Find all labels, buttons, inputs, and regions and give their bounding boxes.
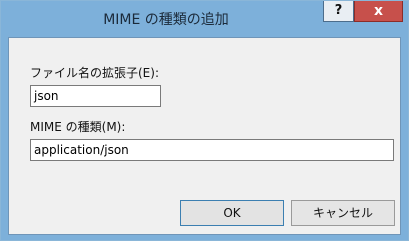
title-bar[interactable]: MIME の種類の追加 ? x [1, 1, 408, 37]
mime-type-input[interactable]: application/json [30, 139, 394, 161]
extension-label: ファイル名の拡張子(E): [30, 66, 159, 80]
mime-type-label: MIME の種類(M): [30, 120, 126, 134]
dialog-body: ファイル名の拡張子(E): json MIME の種類(M): applicat… [8, 37, 401, 235]
ok-button[interactable]: OK [180, 200, 284, 226]
extension-input[interactable]: json [30, 85, 161, 107]
close-button[interactable]: x [354, 1, 403, 22]
help-button[interactable]: ? [323, 1, 354, 22]
add-mime-type-dialog: MIME の種類の追加 ? x ファイル名の拡張子(E): json MIME … [0, 0, 409, 241]
dialog-title: MIME の種類の追加 [103, 12, 229, 28]
cancel-button[interactable]: キャンセル [291, 200, 395, 226]
